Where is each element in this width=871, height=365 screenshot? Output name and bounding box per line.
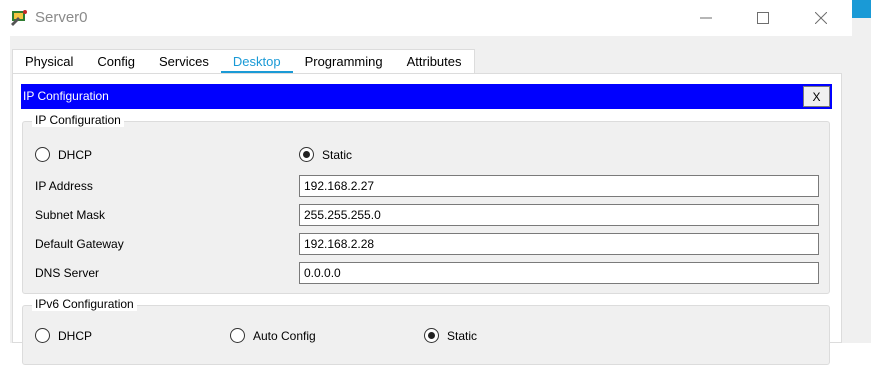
ipv4-static-radio[interactable]: [299, 147, 314, 162]
close-window-button[interactable]: [798, 0, 844, 36]
ipv4-dhcp-option[interactable]: DHCP: [35, 147, 92, 162]
ipv4-static-label: Static: [322, 147, 353, 162]
subnet-mask-label: Subnet Mask: [35, 208, 106, 222]
ipv4-static-option[interactable]: Static: [299, 147, 352, 162]
ipv6-dhcp-label: DHCP: [58, 328, 93, 343]
ipv4-group-legend: IP Configuration: [32, 113, 124, 127]
title-bar: Server0: [0, 0, 852, 36]
maximize-button[interactable]: [740, 0, 786, 36]
packet-tracer-app-icon: [10, 8, 30, 26]
ip-configuration-title: IP Configuration: [23, 89, 109, 103]
tab-config[interactable]: Config: [85, 50, 147, 74]
window-title: Server0: [35, 9, 88, 26]
background-window-edge: [852, 0, 871, 343]
ipv6-static-radio[interactable]: [424, 328, 439, 343]
maximize-icon: [757, 12, 769, 24]
tab-services[interactable]: Services: [147, 50, 221, 74]
ipv4-configuration-group: IP Configuration DHCP Static IP Address …: [22, 113, 830, 294]
ipv6-auto-config-option[interactable]: Auto Config: [230, 328, 316, 343]
dns-server-input[interactable]: [299, 262, 819, 284]
ipv6-configuration-group: IPv6 Configuration DHCP Auto Config Stat…: [22, 297, 830, 365]
tab-bar: Physical Config Services Desktop Program…: [12, 49, 475, 74]
ip-configuration-header: IP Configuration X: [21, 84, 832, 109]
ipv6-dhcp-radio[interactable]: [35, 328, 50, 343]
minimize-button[interactable]: [683, 0, 729, 36]
default-gateway-input[interactable]: [299, 233, 819, 255]
background-window-accent: [852, 0, 871, 18]
ip-address-label: IP Address: [35, 179, 93, 193]
ipv6-auto-config-radio[interactable]: [230, 328, 245, 343]
ipv6-static-option[interactable]: Static: [424, 328, 477, 343]
subnet-mask-input[interactable]: [299, 204, 819, 226]
close-ip-configuration-button[interactable]: X: [803, 86, 830, 107]
ipv6-group-legend: IPv6 Configuration: [32, 297, 137, 311]
dns-server-label: DNS Server: [35, 266, 100, 280]
window-content: Physical Config Services Desktop Program…: [10, 36, 852, 365]
tab-desktop[interactable]: Desktop: [220, 50, 293, 74]
ipv4-dhcp-radio[interactable]: [35, 147, 50, 162]
desktop-panel: IP Configuration X IP Configuration DHCP…: [12, 73, 842, 365]
tab-programming[interactable]: Programming: [293, 50, 395, 74]
ip-address-input[interactable]: [299, 175, 819, 197]
default-gateway-label: Default Gateway: [35, 237, 124, 251]
tab-physical[interactable]: Physical: [13, 50, 85, 74]
tab-attributes[interactable]: Attributes: [395, 50, 474, 74]
ipv6-auto-config-label: Auto Config: [253, 328, 316, 343]
minimize-icon: [700, 17, 712, 19]
ipv6-static-label: Static: [447, 328, 478, 343]
ipv4-dhcp-label: DHCP: [58, 147, 93, 162]
close-icon: [815, 12, 827, 24]
ipv6-dhcp-option[interactable]: DHCP: [35, 328, 92, 343]
app-window: Server0 Physical Config Services Desktop…: [0, 0, 852, 365]
